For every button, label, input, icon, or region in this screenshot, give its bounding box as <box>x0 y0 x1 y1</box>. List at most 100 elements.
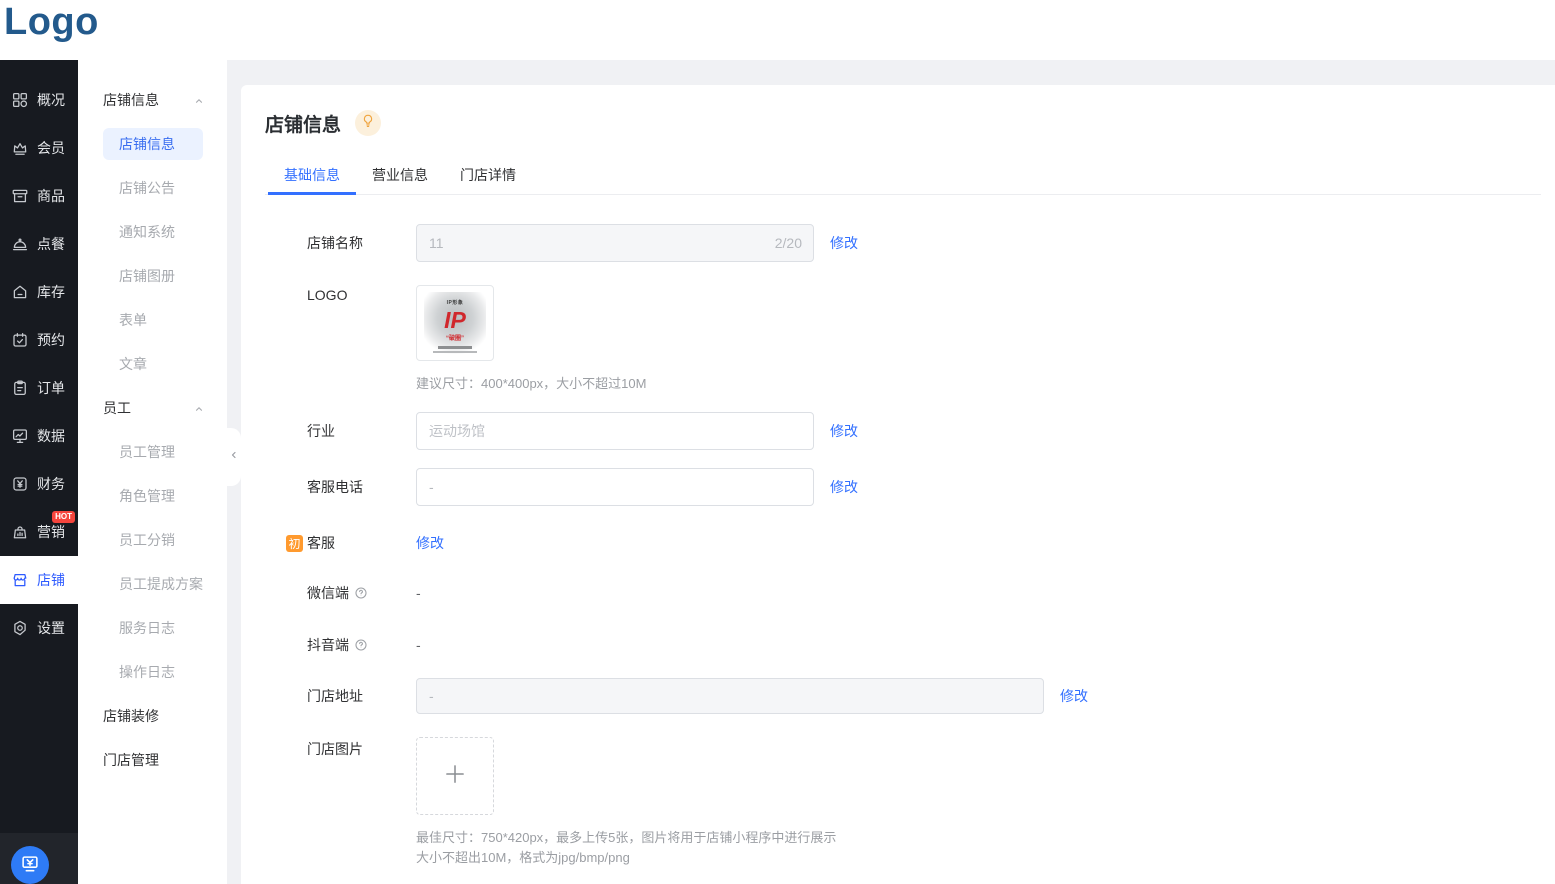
menu-item-label: 员工管理 <box>119 442 175 462</box>
menu-item-shop-info-group[interactable]: 店铺信息 <box>78 78 227 122</box>
menu-item-articles[interactable]: 文章 <box>78 342 227 386</box>
edit-service-phone-link[interactable]: 修改 <box>830 477 858 497</box>
sidebar-item-finance[interactable]: 财务 <box>0 460 78 508</box>
cash-register-button[interactable] <box>11 846 49 884</box>
wechat-label: 微信端 <box>307 583 416 603</box>
field-logo: LOGO IP形象 IP “破圈” <box>307 285 1555 392</box>
tab-basic-info[interactable]: 基础信息 <box>268 157 356 195</box>
field-douyin: 抖音端 - <box>307 628 1555 662</box>
sidebar-item-overview[interactable]: 概况 <box>0 76 78 124</box>
shop-icon <box>11 571 29 589</box>
tab-store-detail[interactable]: 门店详情 <box>444 157 532 195</box>
edit-shop-name-link[interactable]: 修改 <box>830 233 858 253</box>
menu-item-notify-system[interactable]: 通知系统 <box>78 210 227 254</box>
menu-item-service-log[interactable]: 服务日志 <box>78 606 227 650</box>
menu-item-label: 店铺信息 <box>103 90 159 110</box>
edit-industry-link[interactable]: 修改 <box>830 421 858 441</box>
photos-label: 门店图片 <box>307 737 416 759</box>
sidebar-item-goods[interactable]: 商品 <box>0 172 78 220</box>
sidebar-item-label: 财务 <box>37 474 65 494</box>
field-address: 门店地址 修改 <box>307 678 1555 714</box>
data-icon <box>11 427 29 445</box>
upload-photo-button[interactable] <box>416 737 494 815</box>
menu-item-label: 表单 <box>119 310 147 330</box>
address-label: 门店地址 <box>307 686 416 706</box>
sidebar-item-label: 点餐 <box>37 234 65 254</box>
goods-icon <box>11 187 29 205</box>
sidebar-item-settings[interactable]: 设置 <box>0 604 78 652</box>
tab-business-info[interactable]: 营业信息 <box>356 157 444 195</box>
edit-address-link[interactable]: 修改 <box>1060 686 1088 706</box>
shop-name-input-wrap: 2/20 <box>416 224 814 262</box>
sidebar-item-label: 店铺 <box>37 570 65 590</box>
photos-tips: 最佳尺寸：750*420px，最多上传5张，图片将用于店铺小程序中进行展示 大小… <box>416 828 836 868</box>
sidebar-item-orders[interactable]: 订单 <box>0 364 78 412</box>
menu-item-staff-group[interactable]: 员工 <box>78 386 227 430</box>
industry-label: 行业 <box>307 421 416 441</box>
menu-item-shop-notice[interactable]: 店铺公告 <box>78 166 227 210</box>
menu-item-shop-album[interactable]: 店铺图册 <box>78 254 227 298</box>
cash-register-icon <box>19 853 41 878</box>
sidebar-item-inventory[interactable]: 库存 <box>0 268 78 316</box>
menu-item-store-manage[interactable]: 门店管理 <box>78 738 227 782</box>
field-wechat: 微信端 - <box>307 576 1555 610</box>
dining-icon <box>11 235 29 253</box>
menu-item-label: 通知系统 <box>119 222 175 242</box>
service-phone-input[interactable] <box>416 468 814 506</box>
menu-item-label: 文章 <box>119 354 147 374</box>
sidebar-item-marketing[interactable]: 营销HOT <box>0 508 78 556</box>
sidebar-item-member[interactable]: 会员 <box>0 124 78 172</box>
menu-item-label: 角色管理 <box>119 486 175 506</box>
logo-control: IP形象 IP “破圈” 建议尺寸：400*400px，大小不超过10M <box>416 285 646 392</box>
logo-image-main: IP <box>424 309 486 332</box>
help-tip-button[interactable] <box>355 110 381 136</box>
shop-name-input[interactable] <box>416 224 814 262</box>
chevron-left-icon <box>228 448 240 466</box>
logo-thumbnail[interactable]: IP形象 IP “破圈” <box>416 285 494 361</box>
question-icon[interactable] <box>354 638 368 652</box>
logo-image-sub: “破圈” <box>424 333 486 342</box>
menu-item-staff-distribution[interactable]: 员工分销 <box>78 518 227 562</box>
main-area: 店铺信息 基础信息营业信息门店详情 店铺名称 2/20 <box>241 60 1555 884</box>
primary-sidebar-footer <box>0 833 78 884</box>
sidebar-item-label: 商品 <box>37 186 65 206</box>
menu-item-forms[interactable]: 表单 <box>78 298 227 342</box>
menu-item-shop-info[interactable]: 店铺信息 <box>78 122 227 166</box>
sidebar-item-label: 营销 <box>37 522 65 542</box>
sidebar-item-label: 设置 <box>37 618 65 638</box>
menu-item-shop-decoration[interactable]: 店铺装修 <box>78 694 227 738</box>
menu-item-label: 操作日志 <box>119 662 175 682</box>
logo-image: IP形象 IP “破圈” <box>424 292 486 354</box>
lightbulb-icon <box>360 113 376 134</box>
sidebar-item-shop[interactable]: 店铺 <box>0 556 78 604</box>
sidebar-item-dining[interactable]: 点餐 <box>0 220 78 268</box>
logo-label: LOGO <box>307 285 416 303</box>
sidebar-collapse-handle[interactable] <box>226 428 241 486</box>
sidebar-item-booking[interactable]: 预约 <box>0 316 78 364</box>
douyin-label-text: 抖音端 <box>307 635 349 655</box>
top-header: Logo <box>0 0 1555 60</box>
industry-input[interactable] <box>416 412 814 450</box>
menu-item-operation-log[interactable]: 操作日志 <box>78 650 227 694</box>
shop-name-label: 店铺名称 <box>307 233 416 253</box>
sidebar-item-data[interactable]: 数据 <box>0 412 78 460</box>
finance-icon <box>11 475 29 493</box>
sidebar-item-label: 会员 <box>37 138 65 158</box>
menu-item-label: 店铺图册 <box>119 266 175 286</box>
menu-item-label: 店铺信息 <box>103 128 203 160</box>
sidebar-gutter <box>227 60 241 884</box>
menu-item-staff-commission[interactable]: 员工提成方案 <box>78 562 227 606</box>
menu-item-label: 店铺装修 <box>103 706 159 726</box>
question-icon[interactable] <box>354 586 368 600</box>
primary-sidebar: 概况会员商品点餐库存预约订单数据财务营销HOT 店铺设置 <box>0 60 78 884</box>
photos-tip-2: 大小不超出10M，格式为jpg/bmp/png <box>416 848 836 868</box>
edit-service-link[interactable]: 修改 <box>416 533 444 553</box>
sidebar-item-label: 数据 <box>37 426 65 446</box>
address-input[interactable] <box>416 678 1044 714</box>
chevron-up-icon <box>193 402 205 414</box>
menu-item-label: 门店管理 <box>103 750 159 770</box>
menu-item-staff-manage[interactable]: 员工管理 <box>78 430 227 474</box>
photos-tip-1: 最佳尺寸：750*420px，最多上传5张，图片将用于店铺小程序中进行展示 <box>416 828 836 848</box>
wechat-label-text: 微信端 <box>307 583 349 603</box>
menu-item-role-manage[interactable]: 角色管理 <box>78 474 227 518</box>
